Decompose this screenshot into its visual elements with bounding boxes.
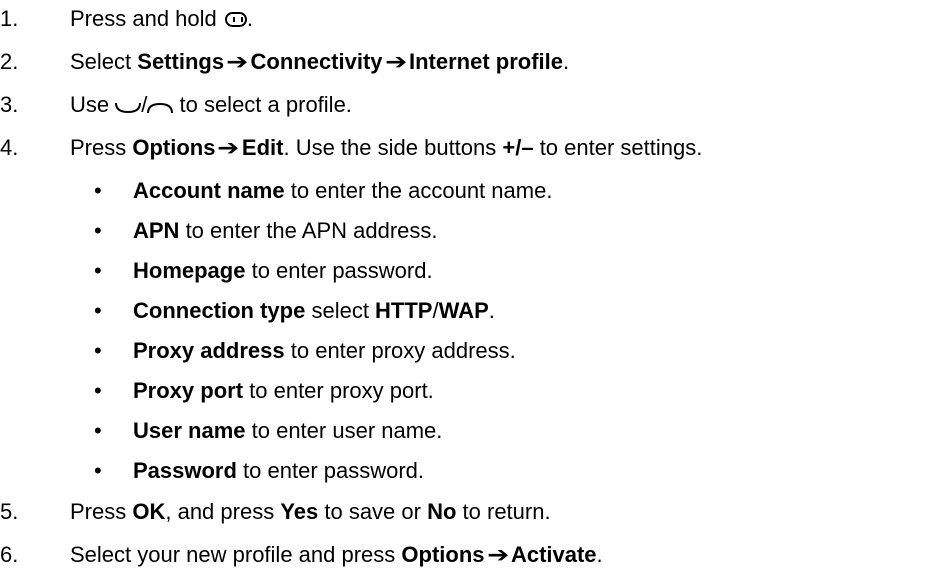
setting-text: User name to enter user name. [133,414,442,448]
step-number: 3. [0,92,19,117]
arrow-right-icon: ➔ [384,49,407,74]
step-text-part: . [246,6,253,31]
menu-path-edit: Edit [241,135,284,160]
step-number: 5. [0,499,19,524]
yes-label: Yes [280,499,319,524]
side-buttons-label: +/– [502,135,534,160]
setting-label: Proxy port [133,378,244,403]
step-text-part: Select [70,49,138,74]
setting-desc: to enter password. [245,258,433,283]
bullet: • [94,378,102,403]
step-text-part: Press [70,135,133,160]
setting-label: Homepage [133,258,246,283]
setting-label: APN [133,218,180,243]
setting-desc: to enter proxy port. [243,378,434,403]
step-text: Press Options➔Edit. Use the side buttons… [70,131,702,165]
step-text-part: Select your new profile and press [70,542,402,567]
setting-desc: select [305,298,376,323]
step-text-part: to select a profile. [173,92,352,117]
arrow-right-icon: ➔ [226,49,249,74]
bullet: • [94,178,102,203]
step-text-part: to return. [456,499,551,524]
menu-path-options: Options [132,135,216,160]
step-text: Press and hold . [70,2,253,36]
setting-label: Account name [133,178,285,203]
setting-text: Proxy port to enter proxy port. [133,374,434,408]
setting-desc: to enter the APN address. [179,218,438,243]
step-text: Select your new profile and press Option… [70,538,603,572]
menu-path-settings: Settings [137,49,225,74]
bullet: • [94,258,102,283]
bullet: • [94,298,102,323]
right-softkey-icon [147,102,174,114]
setting-desc: to enter the account name. [284,178,553,203]
bullet: • [94,458,102,483]
step-text-part: to save or [318,499,428,524]
menu-path-connectivity: Connectivity [250,49,383,74]
setting-label: Password [133,458,237,483]
setting-desc: to enter password. [236,458,425,483]
setting-text: APN to enter the APN address. [133,214,438,248]
setting-desc: . [488,298,495,323]
setting-text: Password to enter password. [133,454,424,488]
step-text: Press OK, and press Yes to save or No to… [70,495,551,529]
setting-text: Account name to enter the account name. [133,174,552,208]
arrow-right-icon: ➔ [217,135,240,160]
setting-desc: to enter proxy address. [284,338,516,363]
no-label: No [427,499,457,524]
bullet: • [94,218,102,243]
step-text-part: Press and hold [70,6,223,31]
instruction-list: 1. Press and hold . 2. Select Settings➔C… [0,0,950,579]
setting-label: User name [133,418,246,443]
setting-label: Connection type [133,298,306,323]
setting-desc: to enter user name. [245,418,443,443]
bullet: • [94,338,102,363]
step-text-part: . Use the side buttons [283,135,503,160]
menu-path-activate: Activate [510,542,597,567]
menu-path-options: Options [401,542,485,567]
step-text-part: . [596,542,603,567]
step-number: 2. [0,49,19,74]
setting-text: Homepage to enter password. [133,254,433,288]
setting-text: Connection type select HTTP/WAP. [133,294,495,328]
step-number: 4. [0,135,19,160]
step-number: 6. [0,542,19,567]
step-text-part: . [562,49,570,74]
arrow-right-icon: ➔ [486,542,509,567]
setting-text: Proxy address to enter proxy address. [133,334,516,368]
ok-label: OK [132,499,166,524]
step-text: Select Settings➔Connectivity➔Internet pr… [70,45,569,79]
left-softkey-icon [115,102,142,114]
menu-path-internet-profile: Internet profile [408,49,563,74]
setting-value-wap: WAP [438,298,489,323]
setting-value-http: HTTP [375,298,433,323]
step-text-part: , and press [165,499,281,524]
menu-key-icon [224,12,247,27]
step-text-part: to enter settings. [533,135,703,160]
step-text-part: Press [70,499,133,524]
step-text: Use / to select a profile. [70,88,352,122]
setting-label: Proxy address [133,338,285,363]
bullet: • [94,418,102,443]
step-number: 1. [0,6,19,31]
step-text-part: Use [70,92,116,117]
